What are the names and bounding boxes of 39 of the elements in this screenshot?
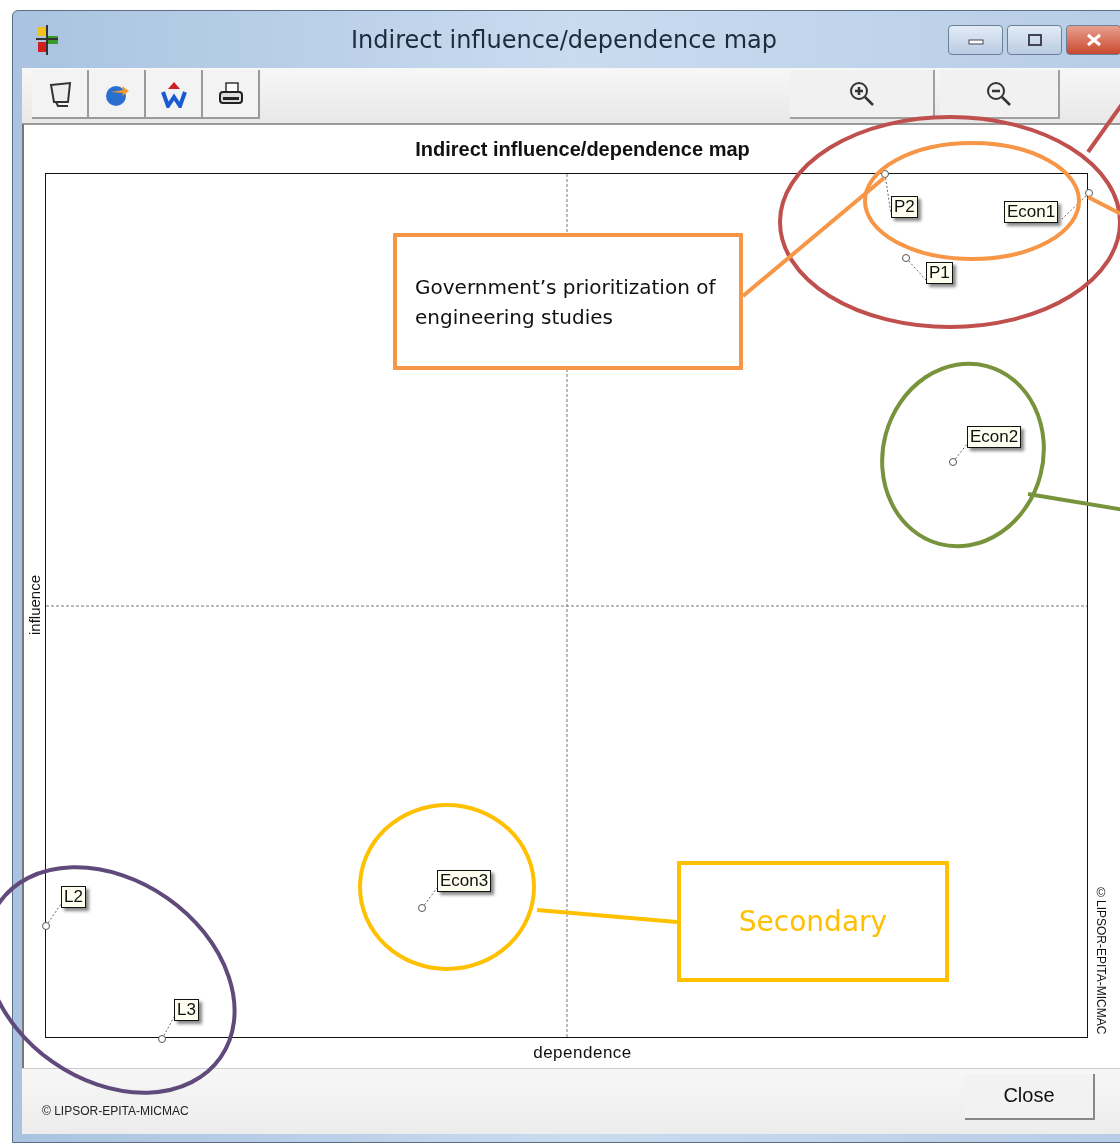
axis-label: dependence	[533, 1043, 632, 1063]
close-dialog-button[interactable]: Close	[965, 1073, 1095, 1120]
point-label: Econ1	[1004, 201, 1059, 223]
zoom-out-icon	[985, 79, 1013, 108]
point-marker	[42, 922, 50, 930]
callout-box: Government’s prioritization of engineering studies	[393, 233, 743, 370]
word-export-button[interactable]	[146, 70, 203, 119]
zoom-out-button[interactable]	[940, 70, 1060, 119]
callout-box: Secondary	[677, 861, 949, 982]
point-marker	[158, 1035, 166, 1043]
point-label: P2	[891, 196, 918, 218]
point-marker	[418, 904, 426, 912]
point-label: Econ3	[437, 870, 492, 892]
zoom-in-button[interactable]	[790, 70, 935, 119]
maximize-icon	[1026, 32, 1043, 47]
close-icon	[1085, 32, 1102, 47]
export-button[interactable]	[89, 70, 146, 119]
credit-text: © LIPSOR-EPITA-MICMAC	[42, 1103, 189, 1118]
axis-label: influence	[26, 575, 43, 636]
zoom-in-icon	[847, 79, 876, 108]
maximize-button[interactable]	[1007, 24, 1062, 55]
leader-line	[161, 1016, 175, 1037]
point-marker	[902, 254, 910, 262]
point-marker	[1085, 189, 1093, 197]
chart-title: Indirect influence/dependence map	[415, 137, 750, 161]
point-marker	[949, 458, 957, 466]
callout-line	[1087, 195, 1120, 218]
credit-text: ©LIPSOR-EPITA-MICMAC	[1094, 885, 1108, 1034]
print-button[interactable]	[203, 70, 260, 119]
point-label: L3	[174, 999, 199, 1021]
window-title: Indirect influence/dependence map	[350, 25, 778, 54]
monitor-button[interactable]	[32, 70, 89, 119]
point-label: P1	[926, 262, 953, 284]
point-label: Econ2	[967, 426, 1022, 448]
app-icon	[36, 24, 60, 55]
point-label: L2	[61, 886, 86, 908]
point-marker	[881, 170, 889, 178]
minimize-button[interactable]	[948, 24, 1003, 55]
close-button[interactable]	[1066, 24, 1120, 55]
